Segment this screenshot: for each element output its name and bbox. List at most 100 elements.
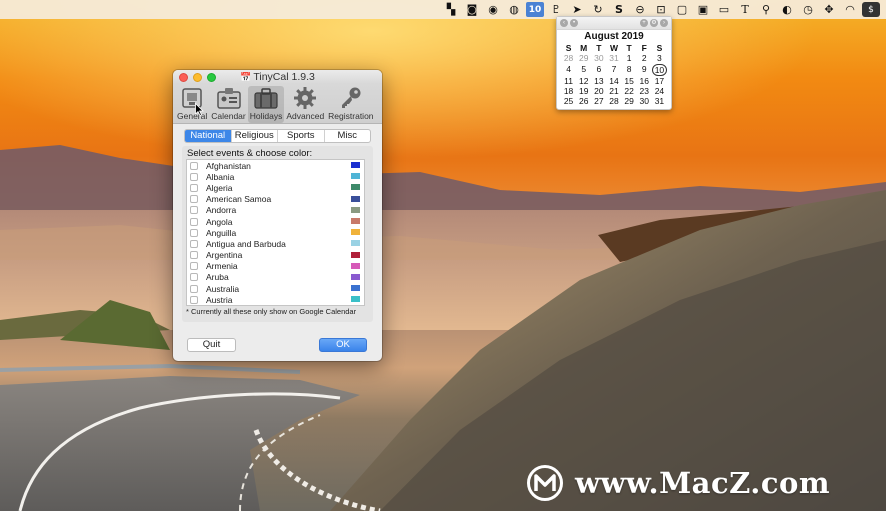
color-swatch[interactable] — [351, 251, 360, 258]
calendar-day[interactable]: 7 — [606, 64, 621, 76]
toolbar-holidays[interactable]: Holidays — [247, 86, 285, 123]
date-badge[interactable]: 10 — [526, 2, 544, 17]
calendar-day[interactable]: 2 — [637, 53, 652, 63]
calendar-day[interactable]: 25 — [561, 96, 576, 106]
calendar-day[interactable]: 19 — [576, 86, 591, 96]
calendar-day[interactable]: 30 — [591, 53, 606, 63]
country-checkbox[interactable] — [190, 161, 198, 170]
calendar-day[interactable]: 31 — [652, 96, 667, 106]
clock-icon[interactable]: ◷ — [799, 2, 817, 17]
calendar-day[interactable]: 30 — [637, 96, 652, 106]
add-event-icon[interactable]: + — [640, 19, 648, 27]
pin-icon[interactable]: ♇ — [547, 2, 565, 17]
country-row[interactable]: Angola — [187, 216, 364, 227]
color-swatch[interactable] — [351, 206, 360, 213]
calendar-day[interactable]: 26 — [576, 96, 591, 106]
country-checkbox[interactable] — [190, 251, 198, 260]
prev-month-icon[interactable]: ‹ — [560, 19, 568, 27]
s-icon[interactable]: S — [610, 2, 628, 17]
country-checkbox[interactable] — [190, 284, 198, 293]
country-row[interactable]: Antigua and Barbuda — [187, 238, 364, 249]
screen-icon[interactable]: ▣ — [694, 2, 712, 17]
country-row[interactable]: Andorra — [187, 205, 364, 216]
window-icon[interactable]: ▢ — [673, 2, 691, 17]
drag-icon[interactable]: ✥ — [820, 2, 838, 17]
camera-icon[interactable]: ◙ — [463, 2, 481, 17]
calendar-day[interactable]: 23 — [637, 86, 652, 96]
calendar-day[interactable]: 24 — [652, 86, 667, 96]
country-checkbox[interactable] — [190, 295, 198, 304]
calendar-day[interactable]: 11 — [561, 76, 576, 86]
send-icon[interactable]: ➤ — [568, 2, 586, 17]
country-row[interactable]: Armenia — [187, 261, 364, 272]
refresh-icon[interactable]: ↻ — [589, 2, 607, 17]
country-row[interactable]: Argentina — [187, 250, 364, 261]
country-row[interactable]: Aruba — [187, 272, 364, 283]
country-checkbox[interactable] — [190, 228, 198, 237]
display-icon[interactable]: ⊖ — [631, 2, 649, 17]
calendar-day[interactable]: 29 — [576, 53, 591, 63]
country-row[interactable]: American Samoa — [187, 194, 364, 205]
country-row[interactable]: Anguilla — [187, 227, 364, 238]
calendar-day[interactable]: 5 — [576, 64, 591, 76]
country-row[interactable]: Algeria — [187, 182, 364, 193]
text-icon[interactable]: T — [736, 2, 754, 17]
calendar-day[interactable]: 21 — [606, 86, 621, 96]
country-row[interactable]: Albania — [187, 171, 364, 182]
title-bar[interactable]: 📅 TinyCal 1.9.3 — [173, 70, 382, 84]
calendar-day[interactable]: 20 — [591, 86, 606, 96]
country-row[interactable]: Afghanistan — [187, 160, 364, 171]
wifi-icon[interactable]: ◠ — [841, 2, 859, 17]
calendar-day[interactable]: 9 — [637, 64, 652, 76]
country-checkbox[interactable] — [190, 239, 198, 248]
calendar-day[interactable]: 4 — [561, 64, 576, 76]
toolbar-advanced[interactable]: Advanced — [284, 86, 326, 123]
calendar-day[interactable]: 6 — [591, 64, 606, 76]
tab-national[interactable]: National — [185, 130, 232, 142]
box-icon[interactable]: ⊡ — [652, 2, 670, 17]
country-checkbox[interactable] — [190, 273, 198, 282]
calendar-day[interactable]: 18 — [561, 86, 576, 96]
toolbar-calendar[interactable]: Calendar — [209, 86, 248, 123]
color-icon[interactable]: ◐ — [778, 2, 796, 17]
calendar-day[interactable]: 15 — [622, 76, 637, 86]
today-icon[interactable]: • — [570, 19, 578, 27]
color-swatch[interactable] — [351, 285, 360, 292]
calendar-day[interactable]: 28 — [561, 53, 576, 63]
country-row[interactable]: Australia — [187, 283, 364, 294]
tab-misc[interactable]: Misc — [325, 130, 371, 142]
toolbar-registration[interactable]: Registration — [326, 86, 375, 123]
next-month-icon[interactable]: › — [660, 19, 668, 27]
calendar-day[interactable]: 14 — [606, 76, 621, 86]
calendar-day[interactable]: 28 — [606, 96, 621, 106]
monitor-icon[interactable]: ▭ — [715, 2, 733, 17]
color-swatch[interactable] — [351, 173, 360, 180]
color-swatch[interactable] — [351, 240, 360, 247]
country-list[interactable]: Afghanistan Albania Algeria American Samoa A… — [186, 159, 365, 306]
globe-icon[interactable]: ◍ — [505, 2, 523, 17]
color-swatch[interactable] — [351, 296, 360, 303]
country-checkbox[interactable] — [190, 195, 198, 204]
color-swatch[interactable] — [351, 262, 360, 269]
calendar-day[interactable]: 29 — [622, 96, 637, 106]
mic-icon[interactable]: ◉ — [484, 2, 502, 17]
country-checkbox[interactable] — [190, 172, 198, 181]
calendar-day[interactable]: 8 — [622, 64, 637, 76]
ok-button[interactable]: OK — [319, 338, 367, 352]
country-checkbox[interactable] — [190, 183, 198, 192]
calendar-day[interactable]: 13 — [591, 76, 606, 86]
color-swatch[interactable] — [351, 162, 360, 168]
color-swatch[interactable] — [351, 195, 360, 202]
calendar-day-today[interactable]: 10 — [651, 63, 667, 76]
color-swatch[interactable] — [351, 273, 360, 280]
settings-icon[interactable]: ⚙ — [650, 19, 658, 27]
calendar-day[interactable]: 22 — [622, 86, 637, 96]
calendar-day[interactable]: 27 — [591, 96, 606, 106]
calendar-day[interactable]: 16 — [637, 76, 652, 86]
country-checkbox[interactable] — [190, 217, 198, 226]
s-app-icon[interactable]: $ — [862, 2, 880, 17]
calendar-day[interactable]: 12 — [576, 76, 591, 86]
calendar-day[interactable]: 3 — [652, 53, 667, 63]
calendar-day[interactable]: 17 — [652, 76, 667, 86]
search-icon[interactable]: ⚲ — [757, 2, 775, 17]
